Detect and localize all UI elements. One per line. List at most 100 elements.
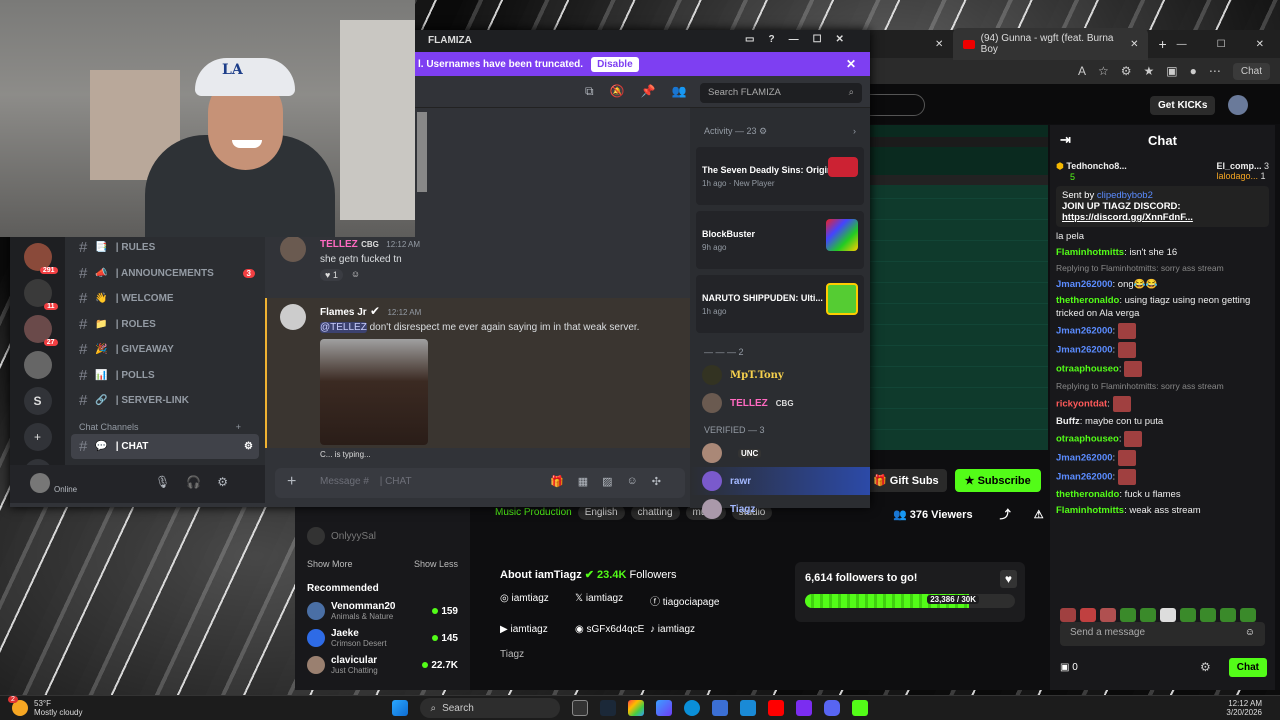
instagram-link[interactable]: ◎ iamtiagz	[500, 593, 575, 608]
taskbar-search[interactable]: ⌕ Search	[420, 698, 561, 718]
server-icon[interactable]: 27	[23, 315, 58, 346]
chat-username[interactable]: otraaphouseo	[1056, 364, 1119, 375]
channel-item[interactable]: # 🎉 | GIVEAWAY	[65, 337, 265, 363]
emote-icon[interactable]	[1240, 608, 1256, 622]
headphones-icon[interactable]: 🎧	[186, 475, 201, 489]
youtube-icon[interactable]	[768, 700, 785, 716]
search-input[interactable]: Search FLAMIZA ⌕	[700, 83, 862, 103]
recommended-channel[interactable]: Jaeke Crimson Desert 145	[307, 628, 458, 648]
tag-chip[interactable]: chatting	[630, 505, 680, 520]
browser-tab-youtube[interactable]: (94) Gunna - wgft (feat. Burna Boy ✕	[953, 28, 1149, 60]
start-icon[interactable]	[392, 700, 409, 716]
settings-icon[interactable]: ⚙	[759, 126, 767, 136]
threads-icon[interactable]: ⧉	[585, 84, 594, 99]
server-icon[interactable]: 11	[23, 279, 58, 310]
chevron-right-icon[interactable]: ›	[853, 126, 856, 136]
collections-icon[interactable]: ▣	[1166, 64, 1177, 78]
channel-points[interactable]: ▣ 0	[1060, 662, 1078, 673]
x-link[interactable]: 𝕏 iamtiagz	[575, 593, 650, 608]
recommended-channel[interactable]: Venomman20 Animals & Nature 159	[307, 601, 458, 621]
member-item[interactable]: MpT.Tony	[690, 361, 870, 389]
favorites-icon[interactable]: ★	[1144, 64, 1155, 78]
avatar[interactable]	[280, 236, 306, 262]
copilot-icon[interactable]	[656, 700, 673, 716]
stream-video[interactable]	[868, 125, 1048, 450]
activity-card[interactable]: The Seven Deadly Sins: Origin 1h ago · N…	[696, 147, 864, 205]
activity-card[interactable]: BlockBuster 9h ago	[696, 211, 864, 269]
youtube-link[interactable]: ▶ iamtiagz	[500, 624, 575, 635]
share-icon[interactable]: ⤴	[1000, 509, 1011, 521]
add-reaction-icon[interactable]: ☺	[351, 269, 360, 281]
collapse-chat-icon[interactable]: ⇥	[1060, 132, 1071, 148]
offline-channel[interactable]: OnlyyySal	[307, 527, 458, 545]
pinned-message[interactable]: Sent by clipedbybob2 JOIN UP TIAGZ DISCO…	[1056, 186, 1269, 227]
report-icon[interactable]: ⚠	[1034, 509, 1044, 521]
category-link[interactable]: Music Production	[495, 505, 572, 520]
show-less-button[interactable]: Show Less	[414, 559, 458, 569]
kick-icon[interactable]	[852, 700, 869, 716]
subscribe-button[interactable]: ★ Subscribe	[954, 468, 1041, 492]
chat-username[interactable]: Flaminhotmitts	[1056, 505, 1124, 516]
emoji-icon[interactable]: ☺	[627, 475, 638, 488]
chat-username[interactable]: Jman262000	[1056, 453, 1113, 464]
new-tab-icon[interactable]: +	[1158, 36, 1166, 52]
gif-icon[interactable]: ▦	[578, 475, 588, 488]
inbox-icon[interactable]: ▭	[745, 34, 754, 45]
member-item[interactable]: rawr	[690, 467, 870, 495]
chat-username[interactable]: rickyontdat	[1056, 399, 1107, 410]
gift-subs-button[interactable]: 🎁 Gift Subs	[865, 468, 947, 492]
task-view-icon[interactable]	[572, 700, 589, 716]
emote-icon[interactable]	[1220, 608, 1236, 622]
members-icon[interactable]: 👥	[671, 84, 686, 99]
user-avatar[interactable]	[1228, 95, 1248, 115]
emoji-icon[interactable]: ☺	[1245, 627, 1255, 638]
maximize-icon[interactable]: ☐	[1217, 39, 1226, 50]
avatar[interactable]	[280, 304, 306, 330]
minimize-icon[interactable]: —	[1177, 39, 1187, 50]
copilot-chat-button[interactable]: Chat	[1232, 62, 1270, 80]
channel-item[interactable]: # 👋 | WELCOME	[65, 286, 265, 312]
chat-username[interactable]: otraaphouseo	[1056, 434, 1119, 445]
show-more-button[interactable]: Show More	[307, 559, 353, 569]
emote-icon[interactable]	[1060, 608, 1076, 622]
server-icon[interactable]	[23, 351, 52, 379]
channel-item[interactable]: # 📁 | ROLES	[65, 312, 265, 338]
channel-item[interactable]: # 📊 | POLLS	[65, 363, 265, 389]
minimize-icon[interactable]: —	[789, 34, 799, 45]
profile-avatar[interactable]: ●	[1190, 64, 1197, 78]
pinned-link[interactable]: https://discord.gg/XnnFdnF...	[1062, 212, 1263, 223]
recommended-channel[interactable]: clavicular Just Chatting 22.7K	[307, 655, 458, 675]
sticker-icon[interactable]: ▨	[602, 475, 612, 488]
chrome-icon[interactable]	[628, 700, 645, 716]
extensions-icon[interactable]: ⚙	[1121, 64, 1132, 78]
user-mention[interactable]: @TELLEZ	[320, 322, 367, 333]
weather-widget[interactable]: 2 53°F Mostly cloudy	[8, 696, 82, 717]
channel-item[interactable]: # 🔗 | SERVER-LINK	[65, 388, 265, 414]
settings-icon[interactable]: ⚙	[1200, 660, 1211, 674]
settings-icon[interactable]: ⚙	[244, 441, 253, 452]
tab-close-icon[interactable]: ✕	[935, 39, 943, 50]
chat-username[interactable]: Jman262000	[1056, 326, 1113, 337]
chat-input[interactable]: Send a message ☺	[1060, 622, 1265, 646]
emote-icon[interactable]	[1080, 608, 1096, 622]
close-icon[interactable]: ✕	[1256, 39, 1264, 50]
server-icon[interactable]: 291	[23, 243, 58, 274]
channel-item[interactable]: # 📣 | ANNOUNCEMENTS 3	[65, 261, 265, 287]
emote-icon[interactable]	[1100, 608, 1116, 622]
chat-username[interactable]: thetheronaldo	[1056, 295, 1119, 306]
emote-icon[interactable]	[1160, 608, 1176, 622]
member-item[interactable]: Tiagz	[690, 495, 870, 523]
close-icon[interactable]: ✕	[846, 57, 856, 71]
emote-icon[interactable]	[1140, 608, 1156, 622]
reaction[interactable]: ♥ 1 ☺	[320, 269, 420, 281]
chat-username[interactable]: Flaminhotmitts	[1056, 247, 1124, 258]
add-channel-icon[interactable]: +	[236, 422, 241, 432]
settings-icon[interactable]: ⚙	[217, 475, 228, 489]
discord-link[interactable]: ◉ sGFx6d4qcE	[575, 624, 650, 635]
apps-icon[interactable]: ✣	[652, 475, 661, 488]
message-input[interactable]: + Message # | CHAT 🎁 ▦ ▨ ☺ ✣	[275, 468, 685, 498]
chat-username[interactable]: thetheronaldo	[1056, 489, 1119, 500]
chat-username[interactable]: Buffz	[1056, 416, 1080, 427]
chat-send-button[interactable]: Chat	[1228, 658, 1267, 677]
message-author[interactable]: TELLEZ	[320, 239, 358, 250]
